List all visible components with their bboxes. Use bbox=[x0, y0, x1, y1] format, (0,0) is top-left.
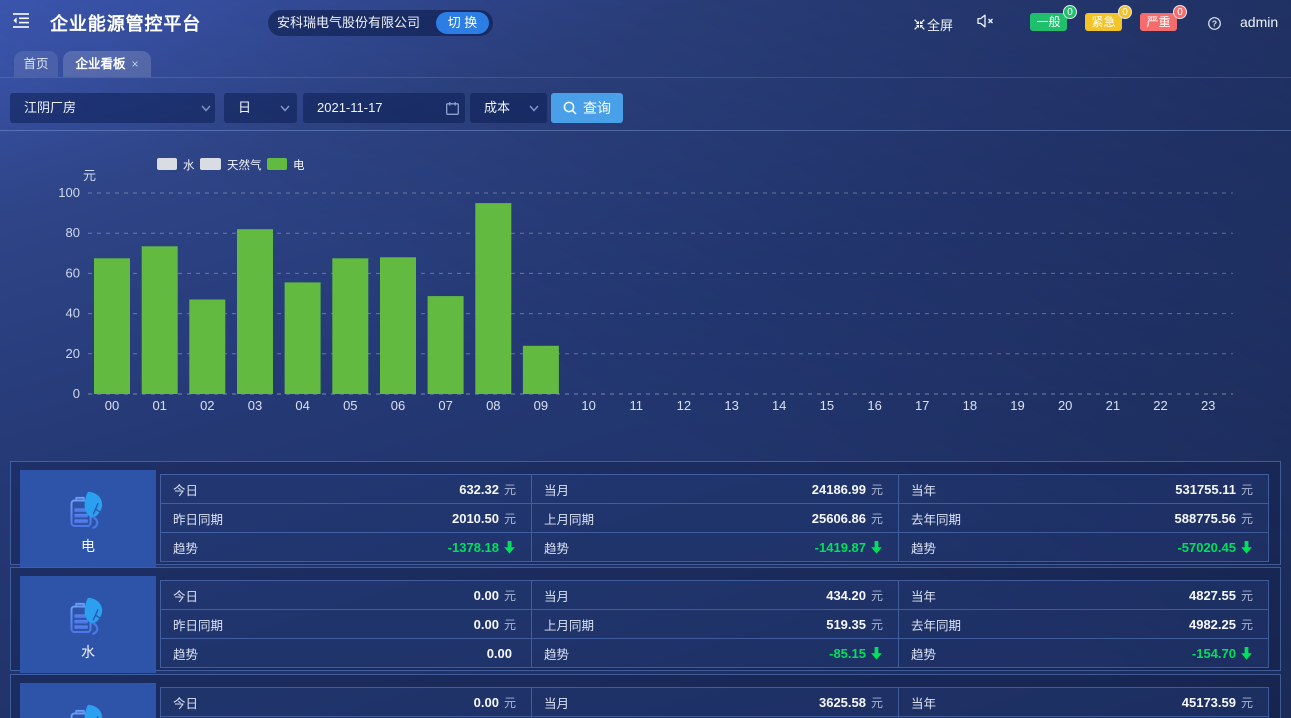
svg-text:09: 09 bbox=[534, 398, 548, 413]
svg-text:100: 100 bbox=[58, 185, 80, 200]
svg-text:14: 14 bbox=[772, 398, 786, 413]
svg-text:23: 23 bbox=[1201, 398, 1215, 413]
svg-text:40: 40 bbox=[66, 306, 80, 321]
svg-text:电: 电 bbox=[293, 159, 305, 172]
svg-text:19: 19 bbox=[1010, 398, 1024, 413]
svg-text:60: 60 bbox=[66, 265, 80, 280]
svg-text:08: 08 bbox=[486, 398, 500, 413]
svg-text:21: 21 bbox=[1106, 398, 1120, 413]
svg-text:元: 元 bbox=[83, 168, 96, 183]
svg-text:80: 80 bbox=[66, 225, 80, 240]
svg-text:20: 20 bbox=[1058, 398, 1072, 413]
svg-text:01: 01 bbox=[152, 398, 166, 413]
svg-text:13: 13 bbox=[724, 398, 738, 413]
svg-text:00: 00 bbox=[105, 398, 119, 413]
svg-text:03: 03 bbox=[248, 398, 262, 413]
svg-text:17: 17 bbox=[915, 398, 929, 413]
svg-text:天然气: 天然气 bbox=[227, 158, 262, 172]
svg-text:22: 22 bbox=[1153, 398, 1167, 413]
svg-text:12: 12 bbox=[677, 398, 691, 413]
svg-text:15: 15 bbox=[820, 398, 834, 413]
svg-text:05: 05 bbox=[343, 398, 357, 413]
svg-text:10: 10 bbox=[581, 398, 595, 413]
svg-text:04: 04 bbox=[295, 398, 309, 413]
svg-text:07: 07 bbox=[438, 398, 452, 413]
svg-text:20: 20 bbox=[66, 346, 80, 361]
svg-text:?: ? bbox=[1212, 19, 1217, 29]
svg-text:02: 02 bbox=[200, 398, 214, 413]
svg-text:11: 11 bbox=[630, 398, 644, 413]
svg-text:16: 16 bbox=[867, 398, 881, 413]
svg-text:18: 18 bbox=[963, 398, 977, 413]
svg-text:水: 水 bbox=[183, 159, 195, 172]
svg-text:06: 06 bbox=[391, 398, 405, 413]
svg-text:0: 0 bbox=[73, 386, 80, 401]
